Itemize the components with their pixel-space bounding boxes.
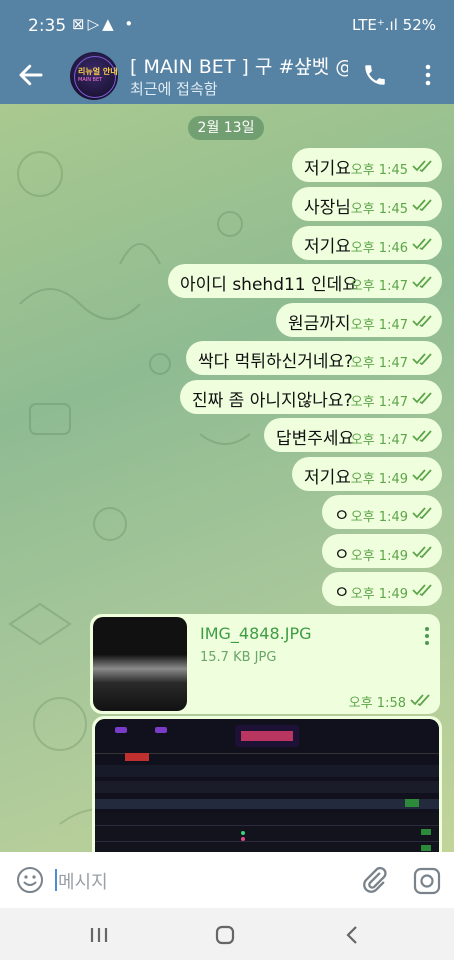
chat-area[interactable]: 2월 13일 저기요 오후 1:45 사장님 오후 1:45 저기요 오후 1:… bbox=[0, 104, 454, 852]
message-time: 오후 1:47 bbox=[350, 318, 408, 333]
double-check-icon bbox=[412, 584, 432, 596]
double-check-icon bbox=[412, 546, 432, 558]
more-vert-icon[interactable] bbox=[418, 62, 438, 88]
file-name[interactable]: IMG_4848.JPG bbox=[200, 624, 312, 643]
message-bubble[interactable]: 저기요 오후 1:49 bbox=[292, 457, 442, 491]
chat-header: 리뉴얼 안내 MAIN BET [ MAIN BET ] 구 #샾벳 @ 최근에… bbox=[0, 50, 454, 104]
message-text: 저기요 bbox=[304, 237, 351, 257]
avatar-line1: 리뉴얼 안내 bbox=[78, 67, 118, 76]
message-time: 오후 1:47 bbox=[350, 433, 408, 448]
message-time: 오후 1:49 bbox=[350, 472, 408, 487]
message-bubble[interactable]: 아이디 shehd11 인데요 오후 1:47 bbox=[168, 264, 442, 298]
message-text: ㅇ bbox=[334, 545, 350, 565]
double-check-icon bbox=[412, 238, 432, 250]
message-text: 진짜 좀 아니지않나요? bbox=[192, 391, 353, 411]
message-text: ㅇ bbox=[334, 583, 350, 603]
message-time: 오후 1:47 bbox=[350, 356, 408, 371]
message-text: 원금까지 bbox=[288, 314, 351, 334]
site-screenshot-image bbox=[95, 719, 439, 852]
status-time: 2:35 bbox=[28, 16, 67, 36]
message-bubble[interactable]: 원금까지 오후 1:47 bbox=[276, 303, 442, 337]
message-text: 싹다 먹튀하신거네요? bbox=[198, 352, 354, 372]
image-preview[interactable] bbox=[95, 719, 439, 852]
message-time: 오후 1:46 bbox=[350, 241, 408, 256]
avatar[interactable]: 리뉴얼 안내 MAIN BET bbox=[70, 52, 118, 100]
chat-title[interactable]: [ MAIN BET ] 구 #샾벳 @ bbox=[130, 52, 348, 79]
message-text: 아이디 shehd11 인데요 bbox=[180, 275, 358, 295]
message-bubble[interactable]: 싹다 먹튀하신거네요? 오후 1:47 bbox=[186, 341, 442, 375]
camera-icon[interactable] bbox=[412, 866, 442, 896]
message-bubble[interactable]: 진짜 좀 아니지않나요? 오후 1:47 bbox=[180, 380, 442, 414]
attach-icon[interactable] bbox=[360, 866, 388, 894]
message-time: 오후 1:45 bbox=[350, 163, 408, 178]
file-time: 오후 1:58 bbox=[348, 696, 406, 711]
avatar-line2: MAIN BET bbox=[78, 77, 103, 83]
message-text: 사장님 bbox=[304, 198, 351, 218]
message-time: 오후 1:45 bbox=[350, 202, 408, 217]
message-time: 오후 1:49 bbox=[350, 510, 408, 525]
emoji-icon[interactable] bbox=[16, 866, 44, 894]
file-more-icon[interactable] bbox=[424, 626, 430, 646]
date-chip: 2월 13일 bbox=[188, 116, 264, 140]
message-text: 답변주세요 bbox=[276, 429, 355, 449]
message-time: 오후 1:47 bbox=[350, 395, 408, 410]
message-bubble[interactable]: ㅇ 오후 1:49 bbox=[322, 534, 442, 568]
message-bubble[interactable]: ㅇ 오후 1:49 bbox=[322, 572, 442, 606]
file-message[interactable]: IMG_4848.JPG 15.7 KB JPG 오후 1:58 bbox=[90, 614, 440, 714]
home-icon[interactable] bbox=[212, 922, 238, 948]
file-meta: 15.7 KB JPG bbox=[200, 650, 277, 665]
double-check-icon bbox=[412, 160, 432, 172]
status-bar: 2:35 ⊠▷▲ • LTE⁺.ıl 52% bbox=[0, 0, 454, 50]
message-text: 저기요 bbox=[304, 159, 351, 179]
message-input[interactable]: 메시지 bbox=[58, 868, 108, 894]
file-thumbnail[interactable] bbox=[93, 617, 187, 711]
double-check-icon bbox=[412, 392, 432, 404]
double-check-icon bbox=[410, 694, 430, 706]
double-check-icon bbox=[412, 199, 432, 211]
notification-icons: ⊠▷▲ • bbox=[72, 15, 137, 33]
double-check-icon bbox=[412, 276, 432, 288]
recent-apps-icon[interactable] bbox=[86, 922, 112, 948]
message-bubble[interactable]: 사장님 오후 1:45 bbox=[292, 187, 442, 221]
double-check-icon bbox=[412, 469, 432, 481]
chat-subtitle: 최근에 접속함 bbox=[130, 80, 218, 98]
message-input-bar: 메시지 bbox=[0, 852, 454, 908]
double-check-icon bbox=[412, 430, 432, 442]
message-time: 오후 1:49 bbox=[350, 587, 408, 602]
double-check-icon bbox=[412, 353, 432, 365]
image-message[interactable] bbox=[92, 716, 442, 852]
message-time: 오후 1:49 bbox=[350, 549, 408, 564]
message-time: 오후 1:47 bbox=[350, 279, 408, 294]
double-check-icon bbox=[412, 315, 432, 327]
double-check-icon bbox=[412, 507, 432, 519]
text-cursor bbox=[55, 869, 57, 891]
message-bubble[interactable]: ㅇ 오후 1:49 bbox=[322, 495, 442, 529]
message-bubble[interactable]: 저기요 오후 1:45 bbox=[292, 148, 442, 182]
phone-icon[interactable] bbox=[362, 62, 388, 88]
status-right: LTE⁺.ıl 52% bbox=[351, 16, 436, 34]
back-arrow-icon[interactable] bbox=[16, 60, 46, 90]
nav-back-icon[interactable] bbox=[340, 922, 366, 948]
message-text: ㅇ bbox=[334, 506, 350, 526]
system-nav-bar bbox=[0, 908, 454, 960]
message-bubble[interactable]: 답변주세요 오후 1:47 bbox=[264, 418, 442, 452]
message-text: 저기요 bbox=[304, 468, 351, 488]
message-bubble[interactable]: 저기요 오후 1:46 bbox=[292, 226, 442, 260]
